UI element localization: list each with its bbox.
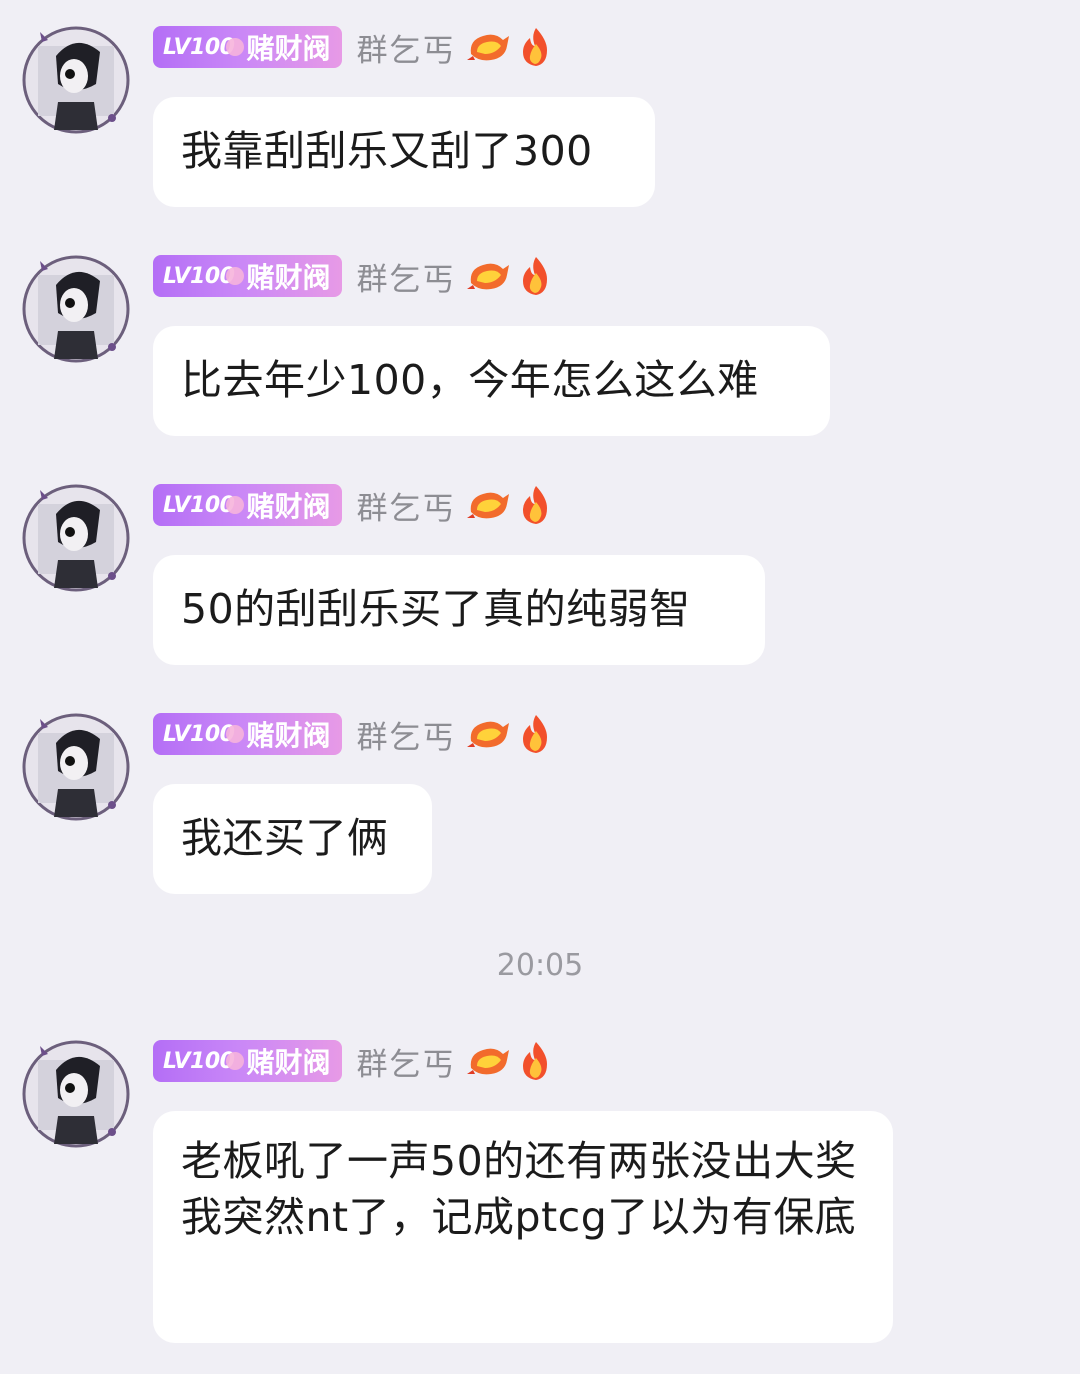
heart-icon	[226, 38, 245, 56]
message-text: 我靠刮刮乐又刮了300	[181, 127, 593, 175]
dragon-icon	[467, 263, 510, 290]
dragon-icon	[467, 721, 510, 748]
message-bubble[interactable]: 老板吼了一声50的还有两张没出大奖我突然nt了，记成ptcg了以为有保底	[153, 1111, 893, 1343]
heart-icon	[226, 1052, 245, 1070]
message-text: 我还买了俩	[181, 814, 389, 862]
fire-icon	[523, 1042, 548, 1080]
message-bubble[interactable]: 我还买了俩	[153, 784, 432, 894]
sender-meta: LV100 赌财阀 群乞丐	[153, 1039, 555, 1084]
message-text: 老板吼了一声50的还有两张没出大奖我突然nt了，记成ptcg了以为有保底	[181, 1137, 857, 1241]
level-badge: LV100 赌财阀	[153, 26, 343, 68]
sender-meta: LV100 赌财阀 群乞丐	[153, 712, 555, 757]
sender-nickname[interactable]: 群乞丐	[356, 1039, 455, 1084]
time-divider: 20:05	[496, 948, 584, 983]
sender-nickname[interactable]: 群乞丐	[356, 712, 455, 757]
level-label: LV100	[163, 1048, 235, 1074]
heart-icon	[226, 725, 245, 743]
level-label: LV100	[163, 721, 235, 747]
message-bubble[interactable]: 我靠刮刮乐又刮了300	[153, 97, 655, 207]
fire-icon	[523, 486, 548, 524]
heart-icon	[226, 267, 245, 285]
message-bubble[interactable]: 50的刮刮乐买了真的纯弱智	[153, 555, 765, 665]
message-bubble[interactable]: 比去年少100，今年怎么这么难	[153, 326, 830, 436]
sender-meta: LV100 赌财阀 群乞丐	[153, 25, 555, 70]
avatar[interactable]	[22, 713, 130, 821]
message-text: 50的刮刮乐买了真的纯弱智	[181, 585, 691, 633]
sender-nickname[interactable]: 群乞丐	[356, 254, 455, 299]
level-badge: LV100 赌财阀	[153, 484, 343, 526]
level-badge: LV100 赌财阀	[153, 255, 343, 297]
group-title: 赌财阀	[246, 1046, 331, 1079]
level-badge: LV100 赌财阀	[153, 713, 343, 755]
sender-meta: LV100 赌财阀 群乞丐	[153, 483, 555, 528]
sender-nickname[interactable]: 群乞丐	[356, 483, 455, 528]
group-title: 赌财阀	[246, 719, 331, 752]
dragon-icon	[467, 492, 510, 519]
fire-icon	[523, 715, 548, 753]
level-label: LV100	[163, 34, 235, 60]
sender-nickname[interactable]: 群乞丐	[356, 25, 455, 70]
heart-icon	[226, 496, 245, 514]
group-title: 赌财阀	[246, 490, 331, 523]
avatar[interactable]	[22, 255, 130, 363]
level-label: LV100	[163, 492, 235, 518]
level-label: LV100	[163, 263, 235, 289]
avatar[interactable]	[22, 1040, 130, 1148]
dragon-icon	[467, 1048, 510, 1075]
group-title: 赌财阀	[246, 32, 331, 65]
avatar[interactable]	[22, 484, 130, 592]
fire-icon	[523, 257, 548, 295]
avatar[interactable]	[22, 26, 130, 134]
group-title: 赌财阀	[246, 261, 331, 294]
message-text: 比去年少100，今年怎么这么难	[181, 356, 759, 404]
dragon-icon	[467, 34, 510, 61]
fire-icon	[523, 28, 548, 66]
sender-meta: LV100 赌财阀 群乞丐	[153, 254, 555, 299]
level-badge: LV100 赌财阀	[153, 1040, 343, 1082]
